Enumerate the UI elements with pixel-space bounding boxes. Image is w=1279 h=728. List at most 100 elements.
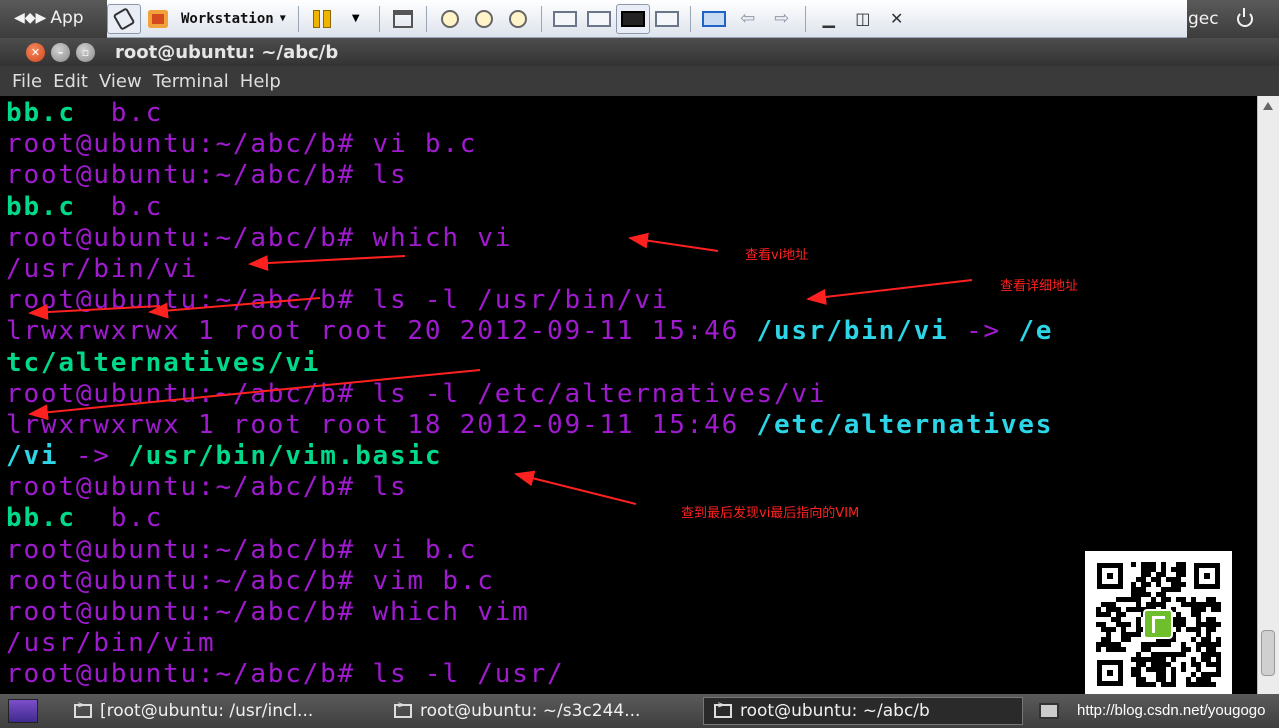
qr-module <box>1136 587 1141 592</box>
restore-toolbar-button[interactable]: ◫ <box>846 4 880 34</box>
full-screen-button[interactable] <box>615 3 650 34</box>
qr-module <box>1211 652 1216 657</box>
qr-module <box>1181 572 1186 577</box>
user-menu[interactable]: gec <box>1188 9 1219 29</box>
terminal-scrollbar[interactable] <box>1257 96 1279 694</box>
qr-finder-pattern <box>1194 563 1220 589</box>
terminal-line: root@ubuntu:~/abc/b# ls <box>6 160 1053 191</box>
qr-module <box>1161 597 1166 602</box>
qr-module <box>1206 677 1211 682</box>
qr-module <box>1111 627 1116 632</box>
qr-module <box>1146 682 1151 687</box>
qr-module <box>1191 682 1196 687</box>
qr-module <box>1146 572 1151 577</box>
minimize-toolbar-button[interactable]: ▁ <box>812 4 846 34</box>
qr-module <box>1151 652 1156 657</box>
terminal-output[interactable]: bb.c b.c root@ubuntu:~/abc/b# vi b.c root@… <box>0 96 1257 694</box>
quick-switch-button[interactable] <box>548 4 582 34</box>
show-desktop-button[interactable] <box>8 699 38 723</box>
qr-module <box>1211 642 1216 647</box>
qr-module <box>1146 562 1151 567</box>
blog-watermark: http://blog.csdn.net/yougogo <box>1077 702 1266 719</box>
window-maximize-button[interactable]: ▫ <box>76 42 95 62</box>
qr-module <box>1176 567 1181 572</box>
qr-module <box>1116 647 1121 652</box>
vmware-logo-icon <box>148 9 168 28</box>
qr-module <box>1131 632 1136 637</box>
qr-module <box>1186 627 1191 632</box>
qr-module <box>1156 672 1161 677</box>
qr-module <box>1161 642 1166 647</box>
qr-module <box>1156 677 1161 682</box>
power-icon[interactable] <box>1236 8 1253 27</box>
revert-snapshot-button[interactable] <box>467 4 501 34</box>
maximize-icon: ▫ <box>81 45 90 59</box>
power-dropdown-button[interactable]: ▼ <box>339 4 373 34</box>
qr-module <box>1111 607 1116 612</box>
terminal-menubar: File Edit View Terminal Help <box>0 66 1279 96</box>
network-button[interactable] <box>386 4 420 34</box>
forward-button[interactable]: ⇨ <box>765 4 799 34</box>
qr-module <box>1136 627 1141 632</box>
library-button[interactable] <box>697 4 731 34</box>
scroll-up-arrow-icon[interactable] <box>1263 102 1273 110</box>
console-view-button[interactable] <box>582 4 616 34</box>
unity-button[interactable] <box>650 4 684 34</box>
taskbar-item-label: [root@ubuntu: /usr/incl... <box>100 701 314 721</box>
close-toolbar-button[interactable]: ✕ <box>880 4 914 34</box>
qr-finder-pattern <box>1097 660 1123 686</box>
terminal-line: lrwxrwxrwx 1 root root 18 2012-09-11 15:… <box>6 410 1053 441</box>
qr-module <box>1141 677 1146 682</box>
unity-icon <box>654 10 679 27</box>
qr-module <box>1146 642 1151 647</box>
qr-module <box>1191 612 1196 617</box>
taskbar-item[interactable]: root@ubuntu: ~/s3c244... <box>384 697 699 725</box>
qr-module <box>1186 602 1191 607</box>
qr-module <box>1106 627 1111 632</box>
window-close-button[interactable]: ✕ <box>26 42 45 62</box>
qr-module <box>1206 662 1211 667</box>
suspend-button[interactable] <box>305 4 339 34</box>
menu-help[interactable]: Help <box>240 71 281 92</box>
taskbar-item[interactable]: [root@ubuntu: /usr/incl... <box>64 697 374 725</box>
qr-module <box>1106 637 1111 642</box>
menu-view[interactable]: View <box>99 71 142 92</box>
terminal-line: /usr/bin/vim <box>6 628 1053 659</box>
qr-module <box>1216 607 1221 612</box>
qr-module <box>1141 582 1146 587</box>
snapshot-manager-button[interactable] <box>501 4 535 34</box>
menu-edit[interactable]: Edit <box>53 71 88 92</box>
snapshot-button[interactable] <box>433 4 467 34</box>
qr-module <box>1126 632 1131 637</box>
qr-module <box>1141 662 1146 667</box>
workstation-menu[interactable]: Workstation ▼ <box>175 11 292 27</box>
qr-module <box>1151 642 1156 647</box>
tray-icon[interactable] <box>1039 703 1059 719</box>
terminal-text: root@ubuntu:~/abc/b# ls -l /etc/alternat… <box>6 378 827 409</box>
terminal-line: root@ubuntu:~/abc/b# vi b.c <box>6 129 1053 160</box>
terminal-text: /usr/bin/vi <box>756 316 949 347</box>
applications-menu[interactable]: ◀◆▶ App <box>14 5 84 31</box>
back-button[interactable]: ⇦ <box>731 4 765 34</box>
pin-toolbar-button[interactable] <box>107 3 141 34</box>
qr-module <box>1196 677 1201 682</box>
vmware-logo-button[interactable] <box>141 4 175 34</box>
taskbar-item-active[interactable]: root@ubuntu: ~/abc/b <box>703 697 1023 725</box>
terminal-text: tc/alternatives/vi <box>6 347 321 378</box>
qr-module <box>1196 627 1201 632</box>
qr-module <box>1206 632 1211 637</box>
window-minimize-button[interactable]: – <box>51 42 70 62</box>
scrollbar-thumb[interactable] <box>1261 630 1275 676</box>
qr-module <box>1146 592 1151 597</box>
terminal-text: /usr/bin/vim <box>6 628 216 659</box>
menu-file[interactable]: File <box>12 71 42 92</box>
qr-module <box>1191 662 1196 667</box>
console-view-icon <box>586 10 611 27</box>
qr-module <box>1176 572 1181 577</box>
qr-module <box>1131 657 1136 662</box>
window-title: root@ubuntu: ~/abc/b <box>115 41 339 63</box>
qr-module <box>1171 577 1176 582</box>
qr-module <box>1156 582 1161 587</box>
menu-terminal[interactable]: Terminal <box>153 71 229 92</box>
qr-module <box>1116 617 1121 622</box>
